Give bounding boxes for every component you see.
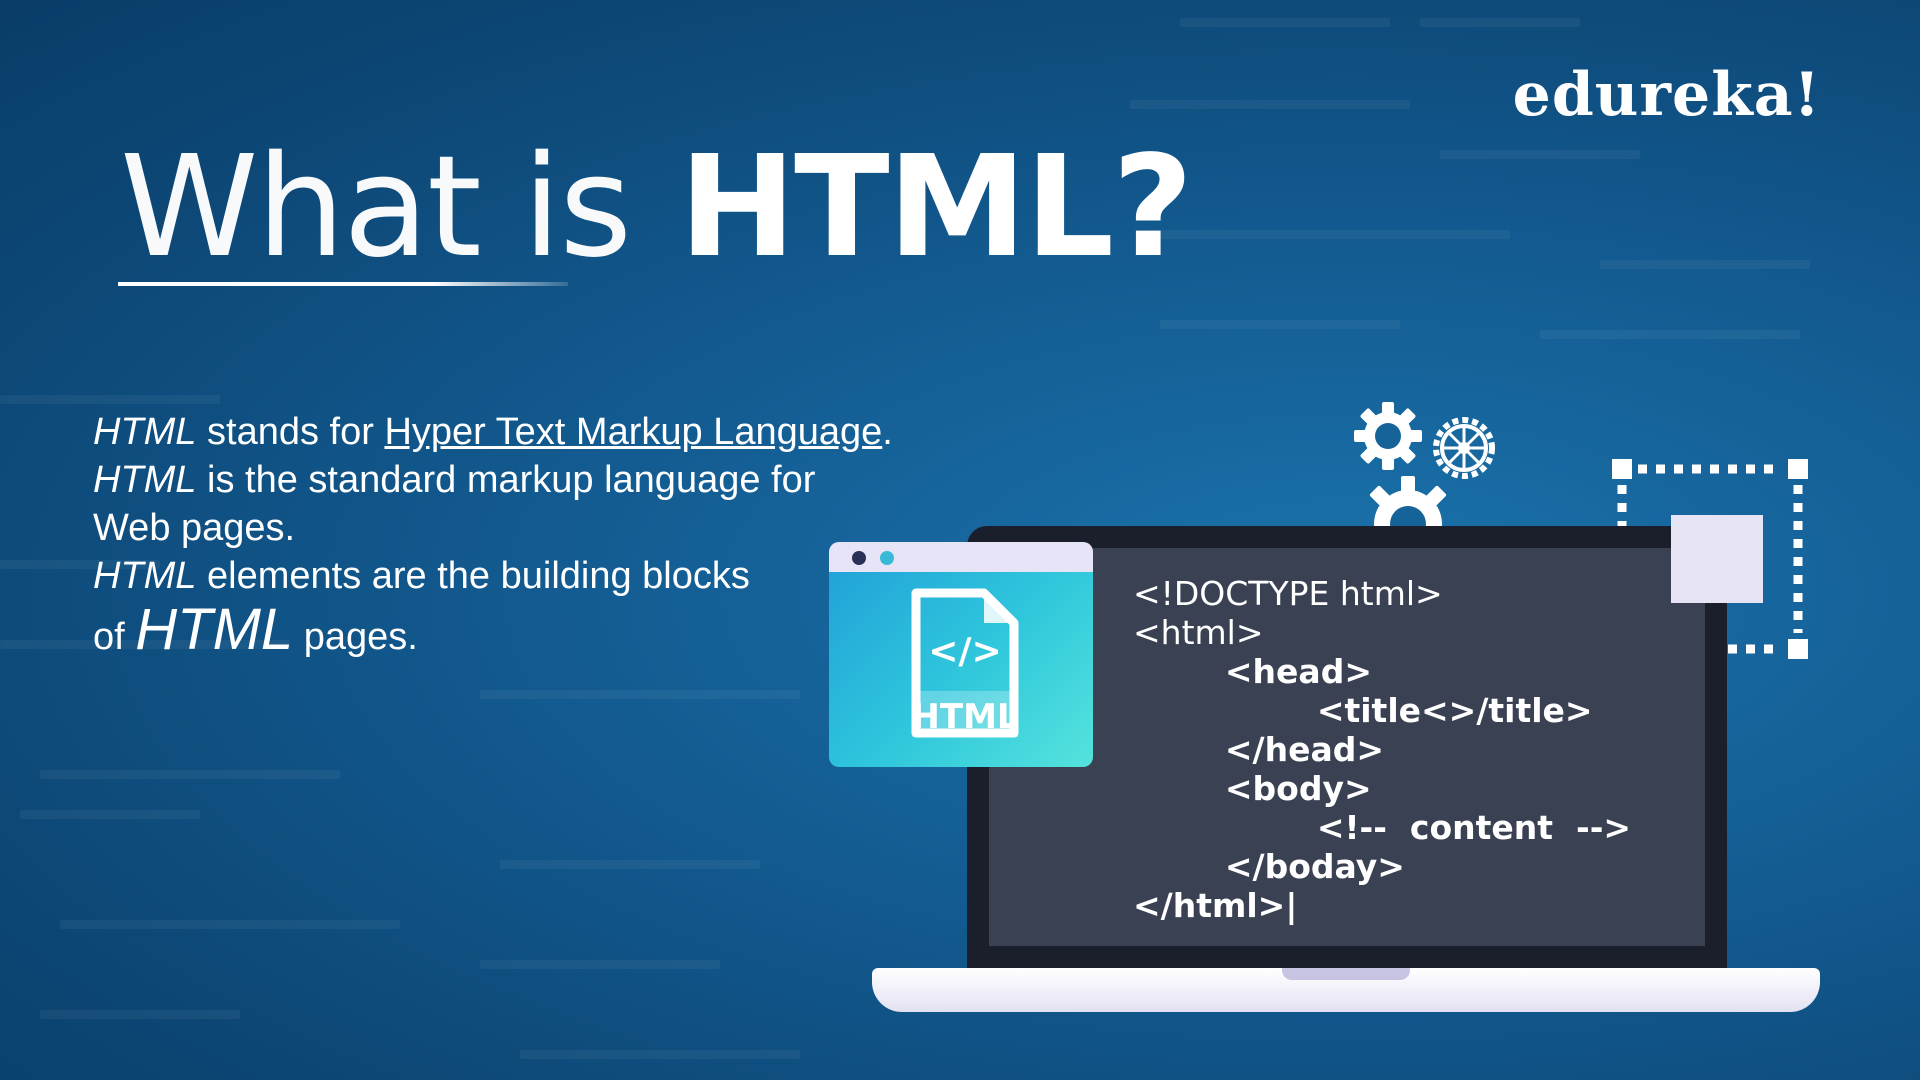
code-line: </boday>: [1133, 847, 1405, 886]
page-title: What is HTML?: [120, 126, 1193, 289]
text: of: [93, 616, 136, 658]
html-term: HTML: [93, 555, 197, 597]
code-line: <body>: [1133, 769, 1372, 808]
code-snippet: <!DOCTYPE html> <html> <head> <title<>/t…: [1133, 574, 1631, 925]
code-line: </head>: [1133, 730, 1385, 769]
browser-window: </> HTML: [829, 542, 1093, 767]
file-type-label: HTML: [911, 697, 1019, 737]
code-line: <html>: [1133, 613, 1264, 652]
code-line: <title<>/title>: [1133, 691, 1593, 730]
html-term: HTML: [93, 459, 197, 501]
html-file-icon: </> HTML: [906, 587, 1024, 743]
description-line-2: HTML is the standard markup language for: [93, 456, 993, 504]
title-underline: [118, 282, 568, 286]
text: elements are the building blocks: [196, 555, 750, 597]
window-dot-icon: [852, 551, 866, 565]
text: Web pages.: [93, 507, 296, 549]
gear-icon: [1369, 476, 1447, 528]
code-line: <!DOCTYPE html>: [1133, 574, 1443, 613]
description-line-1: HTML stands for Hyper Text Markup Langua…: [93, 408, 993, 456]
brand-logo: edureka!: [1512, 60, 1821, 130]
text: pages.: [293, 616, 418, 658]
window-dot-icon: [880, 551, 894, 565]
text: stands for: [196, 411, 385, 453]
laptop-notch: [1282, 968, 1410, 980]
html-term: HTML: [135, 597, 294, 662]
title-emphasis: HTML?: [678, 126, 1193, 289]
text: .: [882, 411, 893, 453]
code-line: </html>|: [1133, 886, 1298, 925]
code-tag-glyph: </>: [928, 631, 1002, 672]
title-prefix: What is: [120, 126, 632, 289]
browser-title-bar: [829, 542, 1093, 572]
selected-square: [1671, 515, 1763, 603]
code-line: <head>: [1133, 652, 1372, 691]
code-line: <!-- content -->: [1133, 808, 1632, 847]
html-term: HTML: [93, 411, 197, 453]
gear-icon: [1354, 402, 1422, 470]
text: is the standard markup language for: [196, 459, 816, 501]
acronym-expansion-link[interactable]: Hyper Text Markup Language: [384, 411, 882, 453]
